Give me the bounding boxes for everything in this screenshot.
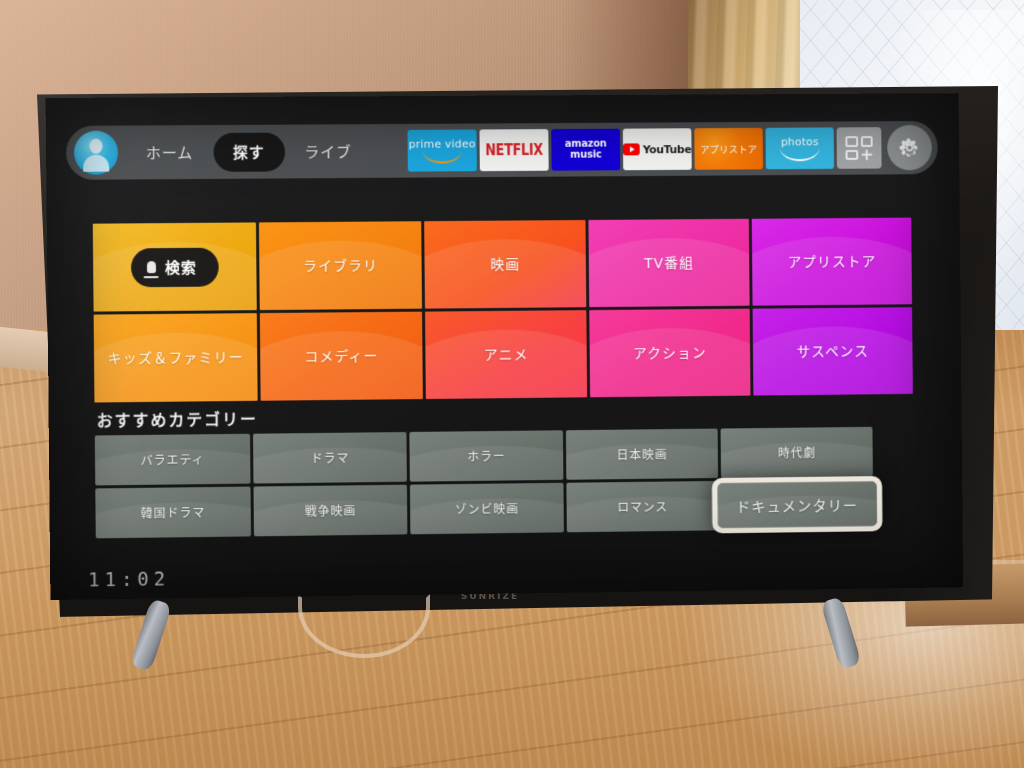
app-netflix[interactable]: NETFLIX xyxy=(479,129,549,172)
plus-icon xyxy=(861,149,873,159)
tab-home[interactable]: ホーム xyxy=(132,134,208,171)
settings-gear-button[interactable] xyxy=(887,124,933,171)
search-label: 検索 xyxy=(164,258,197,277)
fire-tv-ui: ホーム 探す ライブ prime video NETFLIX amazon mu… xyxy=(45,93,964,600)
tile-label: サスペンス xyxy=(796,344,870,361)
tile-search[interactable]: 検索 xyxy=(92,222,257,312)
gear-icon xyxy=(899,138,918,157)
main-tile-grid: 検索 ライブラリ 映画 TV番組 アプリストア キッズ＆ファミリー コメディー … xyxy=(92,217,913,403)
category-label: 戦争映画 xyxy=(304,503,357,519)
photo-scene: SUNRIZE ホーム 探す ライブ prime video NETFLIX a… xyxy=(0,0,1024,768)
recommended-category-grid: バラエティ ドラマ ホラー 日本映画 時代劇 韓国ドラマ 戦争映画 ゾンビ映画 … xyxy=(94,426,883,539)
netflix-label: NETFLIX xyxy=(485,140,543,160)
tile-label: 映画 xyxy=(490,257,521,274)
category-label: ロマンス xyxy=(617,499,669,515)
tile-label: キッズ＆ファミリー xyxy=(107,350,244,368)
tile-label: ライブラリ xyxy=(302,258,379,275)
tile-movies[interactable]: 映画 xyxy=(424,220,587,309)
clock: 11:02 xyxy=(88,568,171,592)
amazon-music-label-2: music xyxy=(570,149,602,161)
tile-appstore[interactable]: アプリストア xyxy=(751,217,913,306)
app-appstore[interactable]: アプリストア xyxy=(694,127,763,170)
category-label: ドキュメンタリー xyxy=(736,497,859,516)
youtube-play-icon xyxy=(623,143,640,156)
tile-anime[interactable]: アニメ xyxy=(425,310,588,400)
amazon-music-label-1: amazon xyxy=(564,138,607,150)
category-war-movies[interactable]: 戦争映画 xyxy=(253,484,408,537)
tile-label: アプリストア xyxy=(787,254,877,271)
youtube-label: YouTube xyxy=(642,142,692,156)
app-youtube[interactable]: YouTube xyxy=(622,128,692,171)
category-variety[interactable]: バラエティ xyxy=(94,433,251,486)
category-japanese-movies[interactable]: 日本映画 xyxy=(565,428,719,480)
apps-grid-icon[interactable] xyxy=(836,127,882,169)
grid-square-icon xyxy=(845,149,858,160)
tab-search[interactable]: 探す xyxy=(212,132,285,172)
app-amazon-music[interactable]: amazon music xyxy=(551,128,621,171)
category-label: ドラマ xyxy=(310,451,350,466)
recommended-heading: おすすめカテゴリー xyxy=(96,409,258,431)
category-label: ゾンビ映画 xyxy=(454,501,520,517)
app-shortcut-rail: prime video NETFLIX amazon music YouTube xyxy=(407,124,933,174)
tile-action[interactable]: アクション xyxy=(589,308,751,398)
prime-video-label: prime video xyxy=(408,136,476,151)
grid-square-icon xyxy=(860,136,873,147)
tile-label: コメディー xyxy=(304,348,379,366)
tv-screen: ホーム 探す ライブ prime video NETFLIX amazon mu… xyxy=(45,93,964,600)
photos-label: photos xyxy=(780,134,819,148)
nav-tabs: ホーム 探す ライブ xyxy=(132,132,366,172)
profile-avatar-icon[interactable] xyxy=(73,130,119,175)
grid-square-icon xyxy=(845,136,858,147)
category-horror[interactable]: ホラー xyxy=(409,430,564,482)
tab-live[interactable]: ライブ xyxy=(290,133,366,170)
tile-label: アクション xyxy=(633,345,707,363)
tile-label: TV番組 xyxy=(644,255,695,273)
app-amazon-photos[interactable]: photos xyxy=(765,127,835,170)
search-button[interactable]: 検索 xyxy=(130,247,219,287)
tile-suspense[interactable]: サスペンス xyxy=(752,307,913,396)
tile-library[interactable]: ライブラリ xyxy=(258,221,423,311)
category-documentary[interactable]: ドキュメンタリー xyxy=(712,476,883,534)
category-label: 日本映画 xyxy=(616,447,668,462)
top-navigation-bar: ホーム 探す ライブ prime video NETFLIX amazon mu… xyxy=(65,120,938,180)
tile-comedy[interactable]: コメディー xyxy=(259,311,423,401)
category-korean-drama[interactable]: 韓国ドラマ xyxy=(95,486,251,539)
category-romance[interactable]: ロマンス xyxy=(566,480,719,533)
tile-label: アニメ xyxy=(483,347,529,364)
category-label: 韓国ドラマ xyxy=(140,505,206,521)
microphone-icon xyxy=(146,261,157,274)
appstore-label: アプリストア xyxy=(700,144,758,156)
category-label: ホラー xyxy=(467,449,506,464)
category-drama[interactable]: ドラマ xyxy=(252,432,408,484)
tile-kids-family[interactable]: キッズ＆ファミリー xyxy=(93,313,258,403)
category-label: バラエティ xyxy=(140,452,205,468)
category-zombie-movies[interactable]: ゾンビ映画 xyxy=(410,482,564,535)
amazon-smile-icon xyxy=(780,147,820,161)
category-period-drama[interactable]: 時代劇 xyxy=(720,426,873,478)
amazon-smile-icon xyxy=(422,149,463,164)
tile-tv-shows[interactable]: TV番組 xyxy=(588,218,750,308)
category-label: 時代劇 xyxy=(777,445,817,460)
app-prime-video[interactable]: prime video xyxy=(407,129,477,172)
